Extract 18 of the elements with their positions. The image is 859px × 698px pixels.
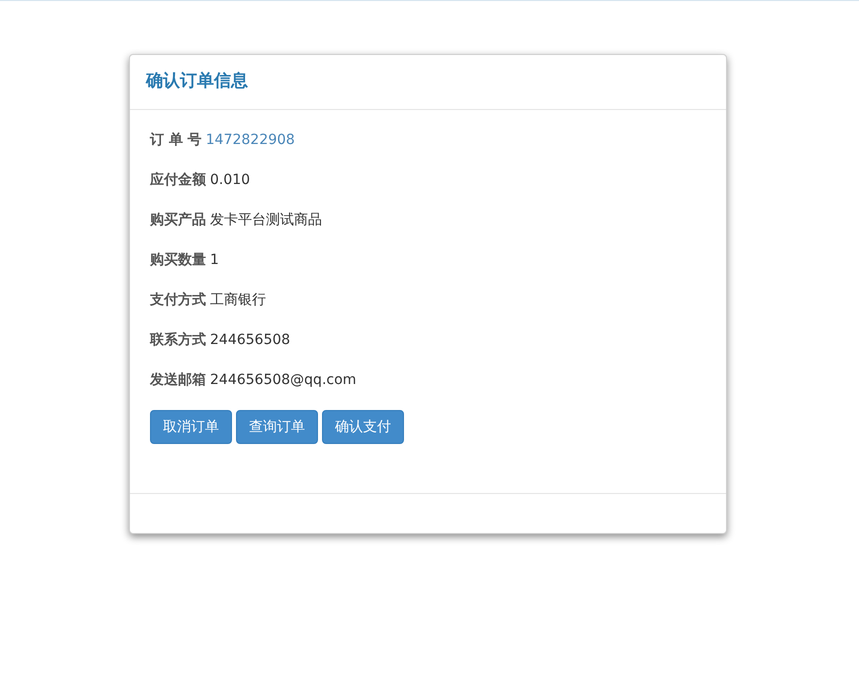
action-button[interactable]: 确认支付 — [322, 410, 404, 444]
field-label: 支付方式 — [150, 290, 206, 310]
action-button[interactable]: 查询订单 — [236, 410, 318, 444]
field-label: 发送邮箱 — [150, 370, 206, 390]
field-label: 购买数量 — [150, 250, 206, 270]
field-label: 应付金额 — [150, 170, 206, 190]
order-number-link[interactable]: 1472822908 — [206, 130, 295, 150]
field-value: 244656508@qq.com — [210, 370, 356, 390]
field-value: 发卡平台测试商品 — [210, 210, 322, 230]
field-value: 工商银行 — [210, 290, 266, 310]
panel-title: 确认订单信息 — [146, 70, 248, 94]
field-label: 购买产品 — [150, 210, 206, 230]
field-value: 1 — [210, 250, 219, 270]
field-label: 订 单 号 — [150, 130, 202, 150]
action-button[interactable]: 取消订单 — [150, 410, 232, 444]
field-value: 244656508 — [210, 330, 290, 350]
field-label: 联系方式 — [150, 330, 206, 350]
field-value: 0.010 — [210, 170, 250, 190]
